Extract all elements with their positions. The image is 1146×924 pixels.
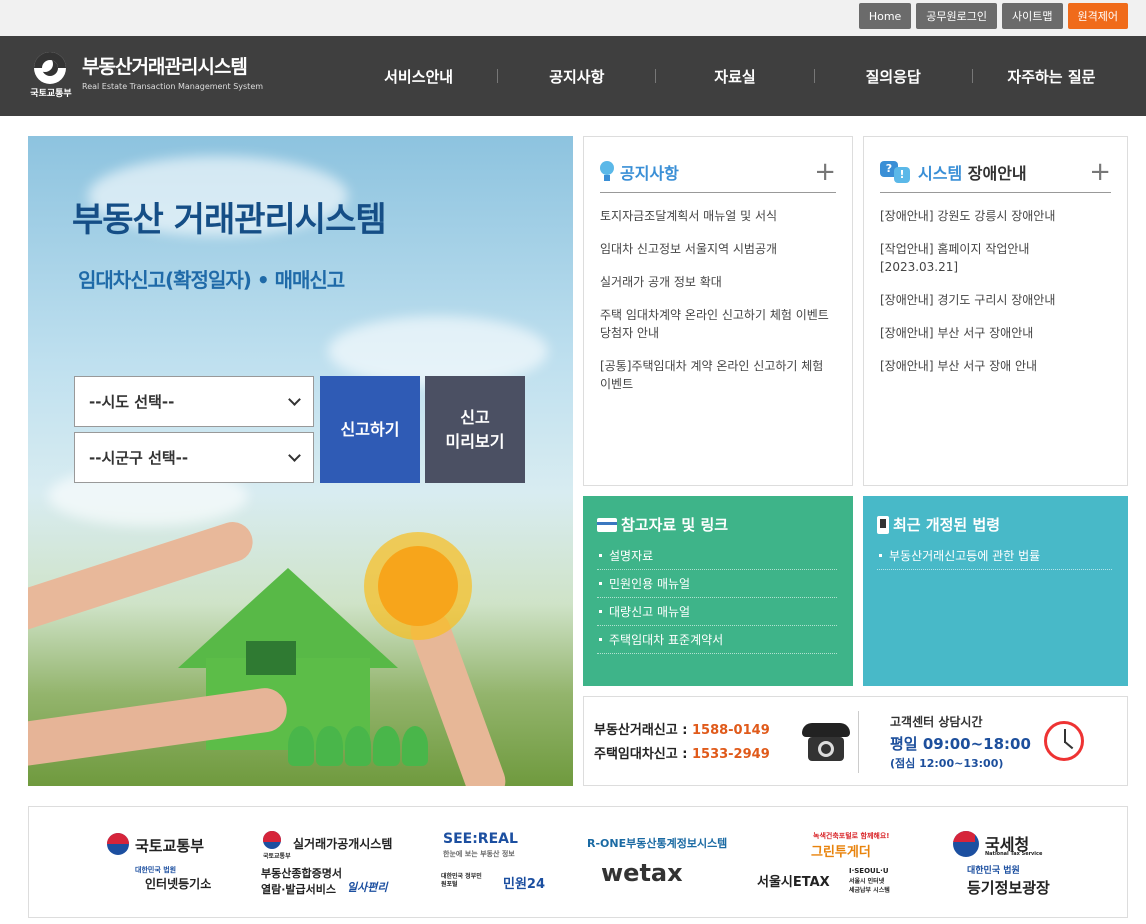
site-title-english: Real Estate Transaction Management Syste… [82,82,264,91]
outage-item[interactable]: [장애안내] 강원도 강릉시 장애안내 [880,207,1111,225]
banner-group-rtms-cert: 국토교통부 실거래가공개시스템 부동산종합증명서 열람·발급서비스 일사편리 [261,829,421,899]
notice-title: 공지사항 [620,163,679,183]
chevron-down-icon [288,392,301,406]
outage-item[interactable]: [작업안내] 홈페이지 작업안내 [2023.03.21] [880,240,1111,276]
house-window-illustration [246,641,296,675]
hours-lunch: (점심 12:00~13:00) [890,757,1004,770]
taegeuk-icon [107,833,129,855]
outage-item[interactable]: [장애안내] 부산 서구 장애안내 [880,324,1111,342]
site-logo[interactable]: 국토교통부 부동산거래관리시스템 Real Estate Transaction… [26,52,286,102]
hours-weekday: 평일 09:00~18:00 [890,735,1031,753]
paper-people-illustration [288,726,429,766]
banner-group-molit-iros: 국토교통부 대한민국 법원 인터넷등기소 [107,829,267,899]
laws-title: 최근 개정된 법령 [893,516,1001,534]
lease-hotline: 주택임대차신고 : 1533-2949 [594,747,770,762]
sun-illustration [378,546,458,626]
site-header: 국토교통부 부동산거래관리시스템 Real Estate Transaction… [0,36,1146,116]
lightbulb-icon [600,160,614,183]
reference-links-box: 참고자료 및 링크 설명자료 민원인용 매뉴얼 대량신고 매뉴얼 주택임대차 표… [583,496,853,686]
document-icon [877,515,889,534]
nav-qna[interactable]: 질의응답 [815,66,972,87]
sido-select[interactable]: --시도 선택-- [74,376,314,427]
utility-bar: Home 공무원로그인 사이트맵 원격제어 [0,0,1146,36]
divider [858,711,859,773]
sale-hotline-number: 1588-0149 [691,723,770,738]
notice-item[interactable]: 실거래가 공개 정보 확대 [600,273,836,291]
clock-icon [1044,721,1084,761]
help-bubble-icon: ? ! [880,160,912,183]
contact-box: 부동산거래신고 : 1588-0149 주택임대차신고 : 1533-2949 … [583,696,1128,786]
report-preview-button[interactable]: 신고 미리보기 [425,376,525,483]
telephone-icon [802,723,850,763]
taegeuk-icon [953,831,979,857]
nav-faq[interactable]: 자주하는 질문 [973,66,1130,87]
notice-item[interactable]: 토지자금조달계획서 매뉴얼 및 서식 [600,207,836,225]
sitemap-button[interactable]: 사이트맵 [1002,3,1063,29]
hero-banner: 부동산 거래관리시스템 임대차신고(확정일자) • 매매신고 --시도 선택--… [28,136,573,786]
government-emblem-icon [34,52,66,84]
hero-title: 부동산 거래관리시스템 [72,200,387,240]
banner-group-rone-wetax: R-ONE부동산통계정보시스템 wetax [587,837,728,887]
reference-link[interactable]: 민원인용 매뉴얼 [597,570,837,598]
card-icon [597,517,617,532]
notice-item[interactable]: 임대차 신고정보 서울지역 시범공개 [600,240,836,258]
hero-illustration-arm [28,685,290,771]
notice-item[interactable]: 주택 임대차계약 온라인 신고하기 체험 이벤트 당첨자 안내 [600,306,836,342]
sido-select-value: --시도 선택-- [89,393,175,411]
nav-service-guide[interactable]: 서비스안내 [340,66,497,87]
outage-item[interactable]: [장애안내] 경기도 구리시 장애안내 [880,291,1111,309]
related-sites-banner: 국토교통부 대한민국 법원 인터넷등기소 국토교통부 실거래가공개시스템 부동산… [28,806,1128,918]
sale-hotline: 부동산거래신고 : 1588-0149 [594,723,770,738]
sigungu-select-value: --시군구 선택-- [89,449,189,467]
hero-subtitle: 임대차신고(확정일자) • 매매신고 [78,268,345,292]
law-link[interactable]: 부동산거래신고등에 관한 법률 [877,542,1112,570]
outage-title: 시스템 장애안내 [918,163,1027,183]
hours-title: 고객센터 상담시간 [890,715,983,729]
banner-group-green-etax: 녹색건축포털로 함께해요! 그린투게더 서울시ETAX I·SEOUL·U 서울… [757,832,890,894]
report-button[interactable]: 신고하기 [320,376,420,483]
reference-link[interactable]: 주택임대차 표준계약서 [597,626,837,654]
outage-more-plus-icon[interactable]: + [1089,159,1111,185]
notice-item[interactable]: [공통]주택임대차 계약 온라인 신고하기 체험 이벤트 [600,357,836,393]
nav-archive[interactable]: 자료실 [656,66,813,87]
outage-board: ? ! 시스템 장애안내 + [장애안내] 강원도 강릉시 장애안내 [작업안내… [863,136,1128,486]
reference-link[interactable]: 설명자료 [597,542,837,570]
main-nav: 서비스안내 공지사항 자료실 질의응답 자주하는 질문 [340,36,1130,116]
outage-item[interactable]: [장애안내] 부산 서구 장애 안내 [880,357,1111,375]
banner-group-seereal-minwon: SEE:REAL 한눈에 보는 부동산 정보 대한민국 정부민원포털 민원24 [441,831,546,892]
ministry-name: 국토교통부 [30,89,72,99]
banner-group-nts-registry: 국세청 National Tax Service 대한민국 법원 등기정보광장 [915,829,1075,899]
notice-board: 공지사항 + 토지자금조달계획서 매뉴얼 및 서식 임대차 신고정보 서울지역 … [583,136,853,486]
reference-link[interactable]: 대량신고 매뉴얼 [597,598,837,626]
taegeuk-icon [263,831,281,849]
site-title: 부동산거래관리시스템 [82,56,248,78]
sigungu-select[interactable]: --시군구 선택-- [74,432,314,483]
home-button[interactable]: Home [858,3,912,29]
notice-more-plus-icon[interactable]: + [814,159,836,185]
references-title: 참고자료 및 링크 [621,516,729,534]
lease-hotline-number: 1533-2949 [691,747,770,762]
recent-laws-box: 최근 개정된 법령 부동산거래신고등에 관한 법률 [863,496,1128,686]
chevron-down-icon [288,448,301,462]
nav-notice[interactable]: 공지사항 [498,66,655,87]
official-login-button[interactable]: 공무원로그인 [916,3,998,29]
remote-control-button[interactable]: 원격제어 [1067,3,1128,29]
